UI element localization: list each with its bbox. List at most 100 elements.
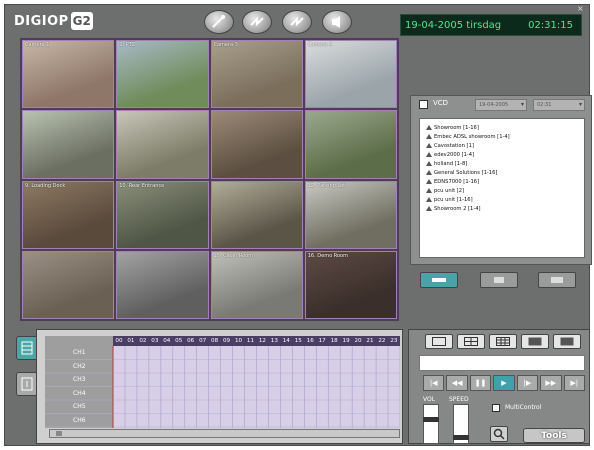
camera-label: Camera 1 (25, 42, 50, 48)
camera-tile[interactable]: 15. Clean Room (210, 250, 303, 319)
vcd-checkbox[interactable] (419, 100, 428, 109)
channel-label: CH3 (73, 376, 86, 383)
clock-display: 19-04-2005 tirsdag 02:31:15 (400, 14, 582, 36)
camera-tile[interactable]: Camera 3 (210, 40, 303, 109)
camera-tile[interactable] (22, 110, 115, 179)
timeline-horizontal-scrollbar[interactable] (49, 429, 400, 438)
spark-button-1[interactable] (242, 10, 272, 34)
camera-site-icon (426, 161, 432, 166)
camera-tile[interactable] (210, 110, 303, 179)
camera-site-icon (426, 170, 432, 175)
channel-label: CH4 (73, 389, 86, 397)
camera-tile[interactable]: 16. Demo Room (304, 250, 397, 319)
vcd-panel: VCD 19-04-2005 ▾ 02:31 ▾ Showroom [1-16] Em… (410, 95, 592, 265)
tree-item-label: Showroom [1-16] (434, 124, 479, 131)
vcd-date-select[interactable]: 19-04-2005 ▾ (475, 99, 527, 111)
tree-item[interactable]: pcu unit [1-16] (426, 195, 578, 204)
tree-item-label: Embec ADSL showroom [1-4] (434, 133, 510, 140)
playback-button[interactable]: ▶ (493, 375, 515, 391)
layout-16-button[interactable] (553, 334, 581, 349)
playback-controls: |◀ ◀◀ ❚❚ ▶ |▶ ▶▶ ▶| VOL SPEED MultiControl Too… (408, 329, 590, 444)
close-icon[interactable]: × (577, 5, 585, 13)
tree-item[interactable]: Embec ADSL showroom [1-4] (426, 132, 578, 141)
tree-item[interactable]: Showroom [1-16] (426, 123, 578, 132)
multicontrol-checkbox[interactable] (492, 404, 500, 412)
tree-item[interactable]: Cavostation [1] (426, 141, 578, 150)
camera-tile[interactable] (304, 110, 397, 179)
volume-knob[interactable] (423, 417, 439, 422)
camera-tile[interactable] (116, 110, 209, 179)
logo: DIGIOP G2 (14, 10, 93, 32)
camera-tile[interactable]: 12. Parking Lot (304, 180, 397, 249)
tree-item-label: Showroom 2 [1-4] (434, 205, 481, 212)
camera-tile[interactable]: 2. PTZ (116, 40, 209, 109)
tree-item[interactable]: Showroom 2 [1-4] (426, 204, 578, 213)
tree-item-label: edev2000 [1-4] (434, 151, 475, 158)
speed-label: SPEED (449, 396, 469, 403)
spark-icon (250, 16, 264, 27)
tree-item[interactable]: pcu unit [2] (426, 186, 578, 195)
playback-mode-button[interactable] (538, 272, 576, 288)
spark-button-2[interactable] (282, 10, 312, 34)
playback-button[interactable]: ❚❚ (469, 375, 492, 391)
camera-site-icon (426, 143, 432, 148)
playback-button[interactable]: |◀ (423, 375, 445, 391)
camera-site-icon (426, 125, 432, 130)
date-text: 19-04-2005 tirsdag (405, 19, 502, 31)
layout-single-icon (432, 337, 446, 346)
position-slider[interactable] (419, 355, 585, 371)
camera-tile[interactable] (210, 180, 303, 249)
playback-button[interactable]: ◀◀ (446, 375, 468, 391)
grid-view-button[interactable] (16, 336, 38, 360)
channel-label: CH6 (73, 416, 86, 424)
layout-4-button[interactable] (457, 334, 485, 349)
tree-item[interactable]: edev2000 [1-4] (426, 150, 578, 159)
volume-slider[interactable] (423, 404, 439, 444)
tree-item[interactable]: General Solutions [1-16] (426, 168, 578, 177)
info-button[interactable] (16, 372, 38, 396)
timeline-grid: 00 01 02 03 04 05 06 07 08 09 10 11 12 13 14 15 16 17 18 19… (45, 336, 400, 428)
layout-twelve-icon (528, 337, 542, 346)
speed-knob[interactable] (453, 435, 469, 440)
tools-button[interactable]: Tools (523, 428, 585, 443)
channel-label: CH1 (73, 349, 86, 356)
spark-icon (290, 16, 304, 27)
layout-9-button[interactable] (489, 334, 517, 349)
layout-quad-icon (464, 337, 478, 346)
live-mode-button[interactable] (420, 272, 458, 288)
scroll-thumb[interactable] (56, 431, 62, 436)
tree-item[interactable]: EDNS7000 [1-16] (426, 177, 578, 186)
layout-1-button[interactable] (425, 334, 453, 349)
camera-tile[interactable] (22, 250, 115, 319)
info-icon (21, 377, 33, 391)
film-icon (551, 277, 563, 283)
volume-label: VOL (423, 396, 436, 403)
multicontrol-label: MultiControl (505, 404, 542, 411)
single-view-button[interactable] (480, 272, 518, 288)
camera-tile[interactable] (116, 250, 209, 319)
search-icon (493, 428, 505, 440)
camera-site-icon (426, 197, 432, 202)
layout-nine-icon (496, 337, 510, 346)
wand-button[interactable] (204, 10, 234, 34)
speed-slider[interactable] (453, 404, 469, 444)
camera-label: 16. Demo Room (307, 252, 348, 259)
camera-tile[interactable]: 9. Loading Dock (22, 180, 115, 249)
camera-label: 9. Loading Dock (25, 182, 66, 189)
arrow-icon (432, 278, 446, 282)
search-button[interactable] (490, 426, 508, 442)
camera-site-icon (426, 206, 432, 211)
time-text: 02:31:15 (528, 19, 573, 31)
tree-item[interactable]: holland [1-8] (426, 159, 578, 168)
playback-button[interactable]: ▶▶ (540, 375, 562, 391)
vcd-time-select[interactable]: 02:31 ▾ (533, 99, 585, 111)
layout-sixteen-icon (560, 337, 574, 346)
playback-button[interactable]: ▶| (563, 375, 585, 391)
playback-button[interactable]: |▶ (516, 375, 539, 391)
camera-tile[interactable]: 10. Rear Entrance (116, 180, 209, 249)
speaker-button[interactable] (322, 10, 352, 34)
camera-site-icon (426, 134, 432, 139)
camera-tile[interactable]: Camera 4 (304, 40, 397, 109)
layout-12-button[interactable] (521, 334, 549, 349)
camera-tile[interactable]: Camera 1 (22, 40, 115, 109)
